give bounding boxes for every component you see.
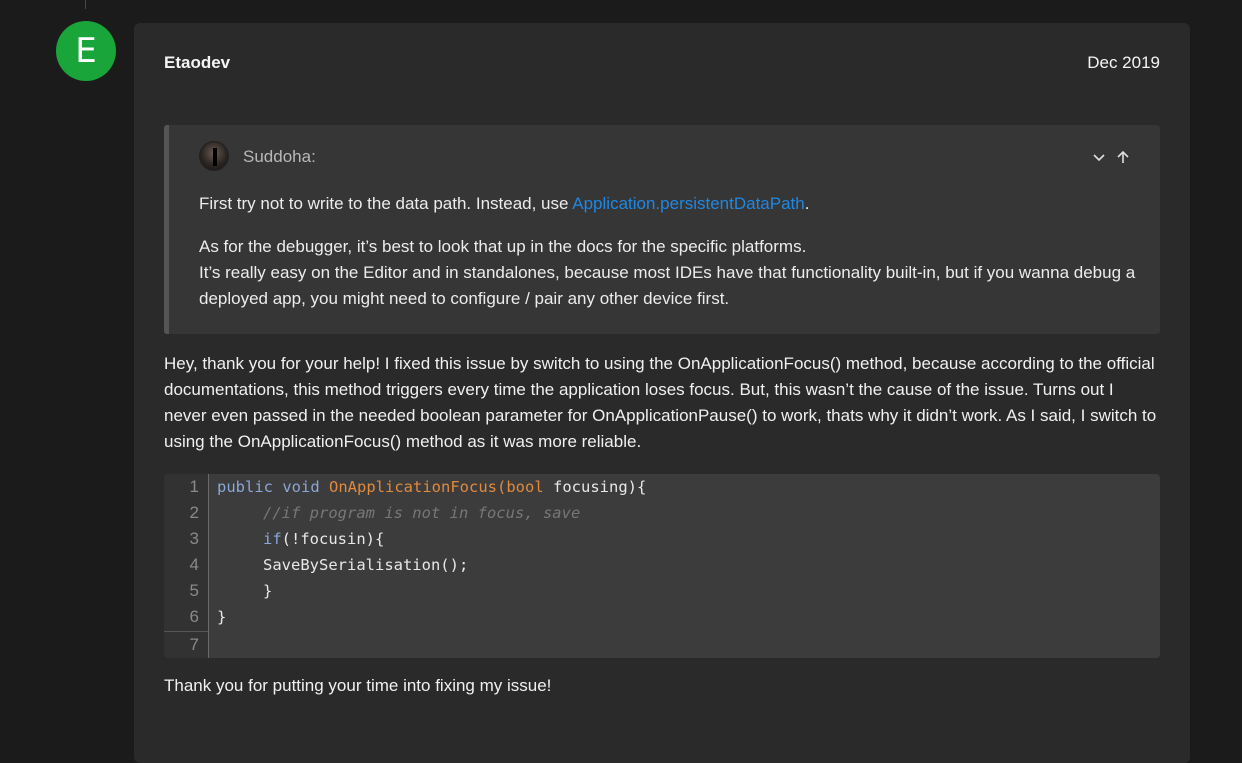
code-line: 3 if(!focusin){ — [164, 526, 1160, 552]
arrow-up-icon[interactable] — [1116, 149, 1130, 165]
quote-text-end: . — [804, 194, 810, 213]
code-text: public void OnApplicationFocus(bool focu… — [217, 478, 647, 496]
code-line: 5 } — [164, 578, 1160, 604]
quote-line: It’s really easy on the Editor and in st… — [199, 263, 1136, 308]
code-line: 4 SaveBySerialisation(); — [164, 552, 1160, 578]
quote-line: As for the debugger, it’s best to look t… — [199, 237, 807, 256]
code-text: } — [217, 608, 227, 626]
code-line: 1 public void OnApplicationFocus(bool fo… — [164, 474, 1160, 500]
chevron-down-icon[interactable] — [1092, 149, 1106, 165]
post-date[interactable]: Dec 2019 — [1087, 53, 1160, 73]
code-text: if(!focusin){ — [263, 530, 385, 548]
quote-avatar[interactable] — [199, 141, 229, 171]
quote-block: Suddoha: First try not to write to the d… — [164, 125, 1160, 334]
code-text: } — [263, 582, 273, 600]
code-line: 6 } — [164, 604, 1160, 630]
quote-controls — [1092, 149, 1130, 165]
quote-paragraph-1: First try not to write to the data path.… — [199, 191, 1139, 217]
line-number: 5 — [189, 581, 199, 600]
reply-text: Hey, thank you for your help! I fixed th… — [164, 354, 1157, 451]
code-line: 2 //if program is not in focus, save — [164, 500, 1160, 526]
code-comment: //if program is not in focus, save — [263, 504, 581, 522]
line-number: 4 — [189, 555, 199, 574]
code-line: 7 — [164, 632, 1160, 658]
post-card: Etaodev Dec 2019 Suddoha: First try not … — [134, 23, 1190, 763]
thread-line — [85, 0, 86, 9]
quote-text: First try not to write to the data path.… — [199, 194, 573, 213]
line-number: 7 — [189, 635, 199, 654]
line-number: 6 — [189, 607, 199, 626]
persistent-data-path-link[interactable]: Application.persistentDataPath — [572, 194, 804, 213]
post-author[interactable]: Etaodev — [164, 53, 230, 73]
closing-text: Thank you for putting your time into fix… — [164, 676, 552, 695]
code-block: 1 public void OnApplicationFocus(bool fo… — [164, 474, 1160, 658]
avatar[interactable]: E — [56, 21, 116, 81]
code-text: SaveBySerialisation(); — [263, 556, 469, 574]
line-number: 1 — [189, 477, 199, 496]
quote-author: Suddoha: — [243, 147, 316, 166]
quote-paragraph-2: As for the debugger, it’s best to look t… — [199, 234, 1139, 312]
line-number: 3 — [189, 529, 199, 548]
line-number: 2 — [189, 503, 199, 522]
